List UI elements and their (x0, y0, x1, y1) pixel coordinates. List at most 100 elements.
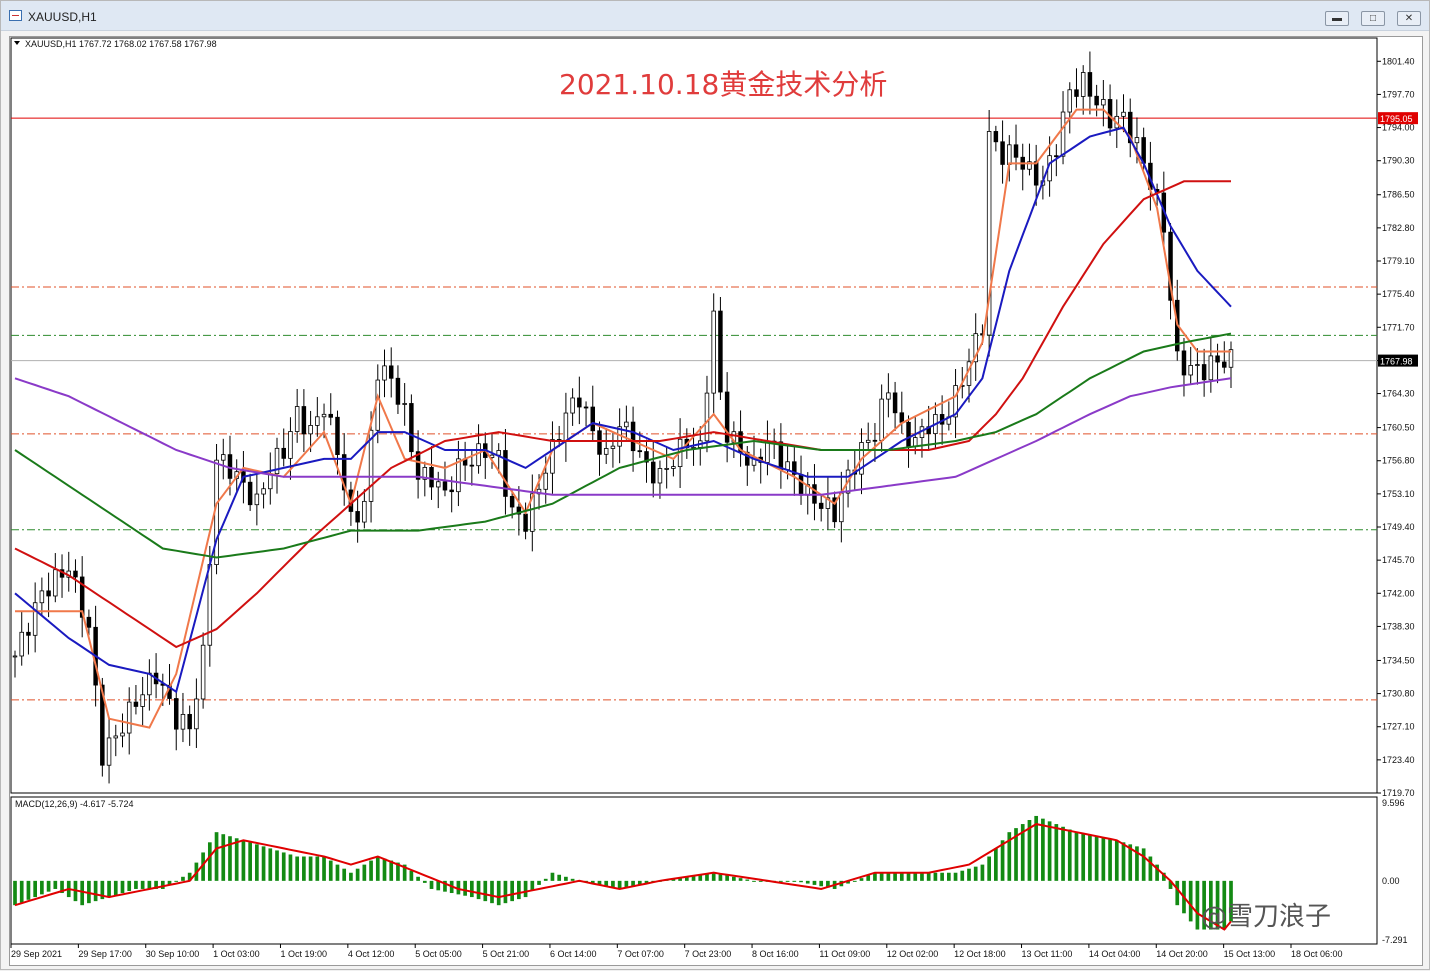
macd-histogram-bar (308, 856, 313, 881)
candle-body (1067, 89, 1073, 113)
y-tick-label: 1760.50 (1382, 423, 1415, 433)
macd-histogram-bar (1141, 848, 1146, 881)
x-tick-label: 7 Oct 07:00 (617, 949, 664, 959)
y-tick-label: 1801.40 (1382, 56, 1415, 66)
macd-histogram-bar (288, 854, 293, 881)
macd-histogram-bar (725, 875, 729, 881)
x-tick-label: 12 Oct 02:00 (887, 949, 939, 959)
candle-body (200, 644, 206, 700)
macd-histogram-bar (503, 880, 508, 904)
candle-body (785, 461, 790, 471)
macd-histogram-bar (349, 872, 353, 881)
candle-body (577, 397, 582, 408)
macd-histogram-bar (490, 880, 494, 904)
macd-histogram-bar (926, 872, 931, 881)
candle-body (1201, 364, 1207, 381)
y-tick-label: 1723.40 (1382, 755, 1415, 765)
collapse-arrow-icon[interactable] (14, 41, 20, 45)
candle-body (886, 392, 891, 400)
candle-body (892, 392, 898, 414)
macd-histogram-bar (409, 870, 414, 881)
macd-histogram-bar (120, 880, 125, 894)
macd-histogram-bar (174, 880, 179, 882)
macd-histogram-bar (134, 880, 138, 889)
x-tick-label: 18 Oct 06:00 (1291, 949, 1343, 959)
macd-histogram-bar (1047, 821, 1052, 881)
macd-histogram-bar (268, 848, 273, 881)
macd-histogram-bar (355, 868, 360, 881)
candle-body (765, 440, 770, 463)
macd-histogram-bar (382, 858, 387, 881)
candle-body (442, 481, 448, 491)
candle-body (53, 569, 58, 597)
candle-body (409, 403, 414, 453)
x-tick-label: 8 Oct 16:00 (752, 949, 799, 959)
x-tick-label: 13 Oct 11:00 (1022, 949, 1073, 959)
macd-histogram-bar (362, 864, 367, 881)
candle-body (630, 421, 636, 452)
x-tick-label: 29 Sep 17:00 (78, 949, 132, 959)
x-tick-label: 15 Oct 13:00 (1224, 949, 1276, 959)
candle-body (476, 443, 481, 467)
candle-body (126, 701, 132, 734)
candle-body (140, 694, 145, 707)
macd-histogram-bar (933, 872, 938, 881)
candle-body (254, 493, 260, 506)
candle-body (388, 365, 394, 379)
candle-body (456, 458, 461, 493)
candle-body (315, 416, 320, 426)
macd-histogram-bar (469, 880, 474, 898)
candle-body (268, 473, 273, 490)
candle-body (294, 406, 300, 432)
macd-histogram-bar (281, 852, 286, 881)
candle-body (590, 406, 596, 432)
y-tick-label: 1764.30 (1382, 389, 1415, 399)
macd-histogram-bar (987, 856, 991, 881)
macd-histogram-bar (1114, 840, 1119, 881)
candle-body (1134, 137, 1140, 144)
macd-histogram-bar (859, 878, 864, 881)
macd-histogram-bar (913, 872, 918, 881)
x-tick-label: 14 Oct 20:00 (1156, 949, 1208, 959)
macd-histogram-bar (946, 872, 951, 881)
candle-body (180, 713, 186, 730)
x-tick-label: 4 Oct 12:00 (348, 949, 395, 959)
macd-histogram-bar (906, 872, 911, 881)
y-tick-label: 1727.10 (1382, 722, 1415, 732)
macd-histogram-bar (994, 848, 998, 881)
moving-average-line-1 (15, 108, 1231, 729)
y-tick-label: 1719.70 (1382, 788, 1415, 798)
candle-body (469, 464, 475, 467)
candle-body (718, 310, 723, 393)
candle-body (597, 430, 602, 455)
macd-histogram-bar (745, 879, 750, 881)
candle-body (39, 590, 45, 604)
y-tick-label: 1771.70 (1382, 322, 1415, 332)
chart-headline: 2021.10.18黄金技术分析 (559, 68, 887, 101)
macd-y-tick-label: -7.291 (1382, 935, 1408, 945)
candle-body (906, 421, 911, 447)
x-tick-label: 12 Oct 18:00 (954, 949, 1006, 959)
macd-histogram-bar (1188, 880, 1193, 922)
candle-body (570, 397, 575, 414)
macd-histogram-bar (476, 880, 481, 900)
candle-body (395, 377, 401, 405)
macd-histogram-bar (53, 880, 58, 889)
price-chart[interactable]: 1801.401797.701794.001790.301786.501782.… (1, 1, 1430, 971)
macd-histogram-bar (140, 880, 145, 889)
candle-body (872, 439, 878, 442)
candle-body (1060, 111, 1066, 157)
macd-histogram-bar (1101, 837, 1106, 881)
candle-body (147, 672, 152, 696)
candle-body (603, 448, 609, 455)
x-tick-label: 5 Oct 05:00 (415, 949, 462, 959)
macd-histogram-bar (234, 838, 239, 881)
x-tick-label: 1 Oct 19:00 (280, 949, 327, 959)
candle-body (778, 441, 784, 471)
macd-histogram-bar (738, 878, 743, 881)
candle-body (194, 698, 199, 730)
candle-body (19, 631, 24, 657)
macd-histogram-bar (899, 872, 904, 881)
macd-histogram-bar (93, 880, 98, 902)
moving-average-line-2 (14, 126, 1232, 694)
